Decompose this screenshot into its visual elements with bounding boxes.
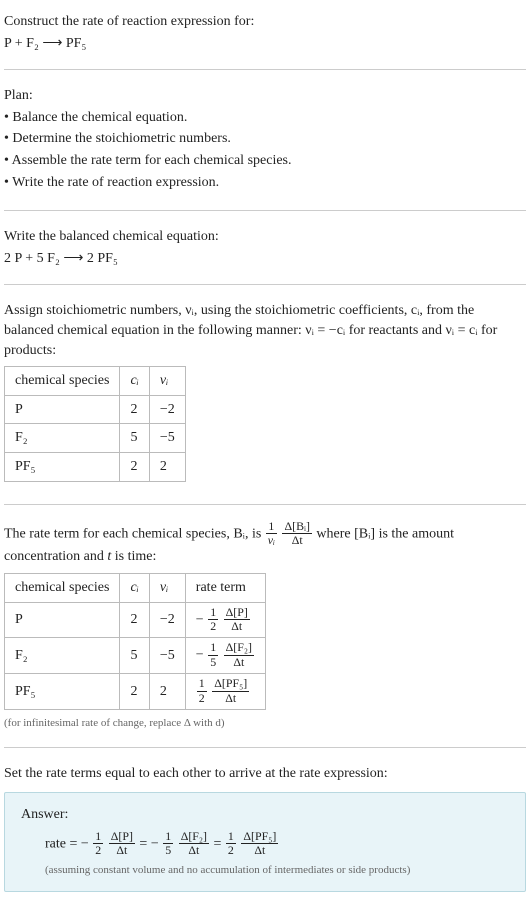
rateterm-section: The rate term for each chemical species,…: [4, 517, 526, 736]
header-vi: νᵢ: [149, 367, 185, 396]
divider: [4, 747, 526, 748]
cell-vi: −2: [149, 395, 185, 424]
cell-ci: 2: [120, 602, 149, 638]
fraction: 12: [208, 607, 218, 634]
cell-ci: 5: [120, 424, 149, 453]
stoich-table: chemical species cᵢ νᵢ P 2 −2 F₂ 5 −5 PF…: [4, 366, 186, 481]
table-row: F₂ 5 −5: [5, 424, 186, 453]
fraction: Δ[PF₅]Δt: [212, 678, 249, 705]
plan-item: • Assemble the rate term for each chemic…: [4, 151, 526, 171]
cell-rateterm: 12 Δ[PF₅]Δt: [185, 674, 265, 710]
fraction: Δ[F₂]Δt: [179, 831, 209, 858]
setequal-text: Set the rate terms equal to each other t…: [4, 764, 526, 784]
header-rateterm: rate term: [185, 573, 265, 602]
plan-item: • Write the rate of reaction expression.: [4, 173, 526, 193]
prompt-section: Construct the rate of reaction expressio…: [4, 8, 526, 57]
stoich-section: Assign stoichiometric numbers, νᵢ, using…: [4, 297, 526, 491]
plan-label: Plan:: [4, 86, 526, 106]
cell-ci: 5: [120, 638, 149, 674]
fraction: 1 νᵢ: [266, 521, 277, 548]
fraction: 15: [163, 831, 173, 858]
balanced-section: Write the balanced chemical equation: 2 …: [4, 223, 526, 272]
cell-rateterm: − 15 Δ[F₂]Δt: [185, 638, 265, 674]
rateterm-note: (for infinitesimal rate of change, repla…: [4, 716, 526, 731]
fraction: Δ[P]Δt: [109, 831, 135, 858]
answer-expression: rate = − 12 Δ[P]Δt = − 15 Δ[F₂]Δt = 12 Δ…: [21, 831, 509, 858]
fraction: Δ[PF₅]Δt: [241, 831, 278, 858]
fraction: Δ[Bᵢ] Δt: [282, 521, 311, 548]
balanced-label: Write the balanced chemical equation:: [4, 227, 526, 247]
table-row: P 2 −2: [5, 395, 186, 424]
divider: [4, 284, 526, 285]
rateterm-table: chemical species cᵢ νᵢ rate term P 2 −2 …: [4, 573, 266, 710]
prompt-text: Construct the rate of reaction expressio…: [4, 12, 526, 32]
cell-vi: 2: [149, 452, 185, 481]
cell-vi: −2: [149, 602, 185, 638]
plan-section: Plan: • Balance the chemical equation. •…: [4, 82, 526, 198]
stoich-intro: Assign stoichiometric numbers, νᵢ, using…: [4, 301, 526, 360]
fraction: 15: [208, 642, 218, 669]
table-row: chemical species cᵢ νᵢ: [5, 367, 186, 396]
cell-species: P: [5, 395, 120, 424]
cell-species: F₂: [5, 424, 120, 453]
setequal-section: Set the rate terms equal to each other t…: [4, 760, 526, 895]
fraction: Δ[P]Δt: [224, 607, 250, 634]
header-species: chemical species: [5, 573, 120, 602]
cell-species: PF₅: [5, 452, 120, 481]
fraction: 12: [93, 831, 103, 858]
cell-ci: 2: [120, 452, 149, 481]
cell-vi: −5: [149, 424, 185, 453]
header-ci: cᵢ: [120, 367, 149, 396]
header-vi: νᵢ: [149, 573, 185, 602]
divider: [4, 504, 526, 505]
answer-box: Answer: rate = − 12 Δ[P]Δt = − 15 Δ[F₂]Δ…: [4, 792, 526, 892]
table-row: F₂ 5 −5 − 15 Δ[F₂]Δt: [5, 638, 266, 674]
table-row: chemical species cᵢ νᵢ rate term: [5, 573, 266, 602]
header-species: chemical species: [5, 367, 120, 396]
fraction: 12: [226, 831, 236, 858]
answer-note: (assuming constant volume and no accumul…: [21, 863, 509, 878]
plan-item: • Balance the chemical equation.: [4, 108, 526, 128]
cell-rateterm: − 12 Δ[P]Δt: [185, 602, 265, 638]
cell-species: F₂: [5, 638, 120, 674]
cell-ci: 2: [120, 395, 149, 424]
table-row: P 2 −2 − 12 Δ[P]Δt: [5, 602, 266, 638]
fraction: 12: [197, 678, 207, 705]
cell-vi: −5: [149, 638, 185, 674]
table-row: PF₅ 2 2 12 Δ[PF₅]Δt: [5, 674, 266, 710]
divider: [4, 69, 526, 70]
unbalanced-equation: P + F₂ ⟶ PF₅: [4, 34, 526, 54]
divider: [4, 210, 526, 211]
answer-label: Answer:: [21, 805, 509, 825]
rateterm-intro: The rate term for each chemical species,…: [4, 521, 526, 567]
cell-vi: 2: [149, 674, 185, 710]
cell-species: P: [5, 602, 120, 638]
fraction: Δ[F₂]Δt: [224, 642, 254, 669]
plan-item: • Determine the stoichiometric numbers.: [4, 129, 526, 149]
cell-species: PF₅: [5, 674, 120, 710]
balanced-equation: 2 P + 5 F₂ ⟶ 2 PF₅: [4, 249, 526, 269]
header-ci: cᵢ: [120, 573, 149, 602]
table-row: PF₅ 2 2: [5, 452, 186, 481]
cell-ci: 2: [120, 674, 149, 710]
